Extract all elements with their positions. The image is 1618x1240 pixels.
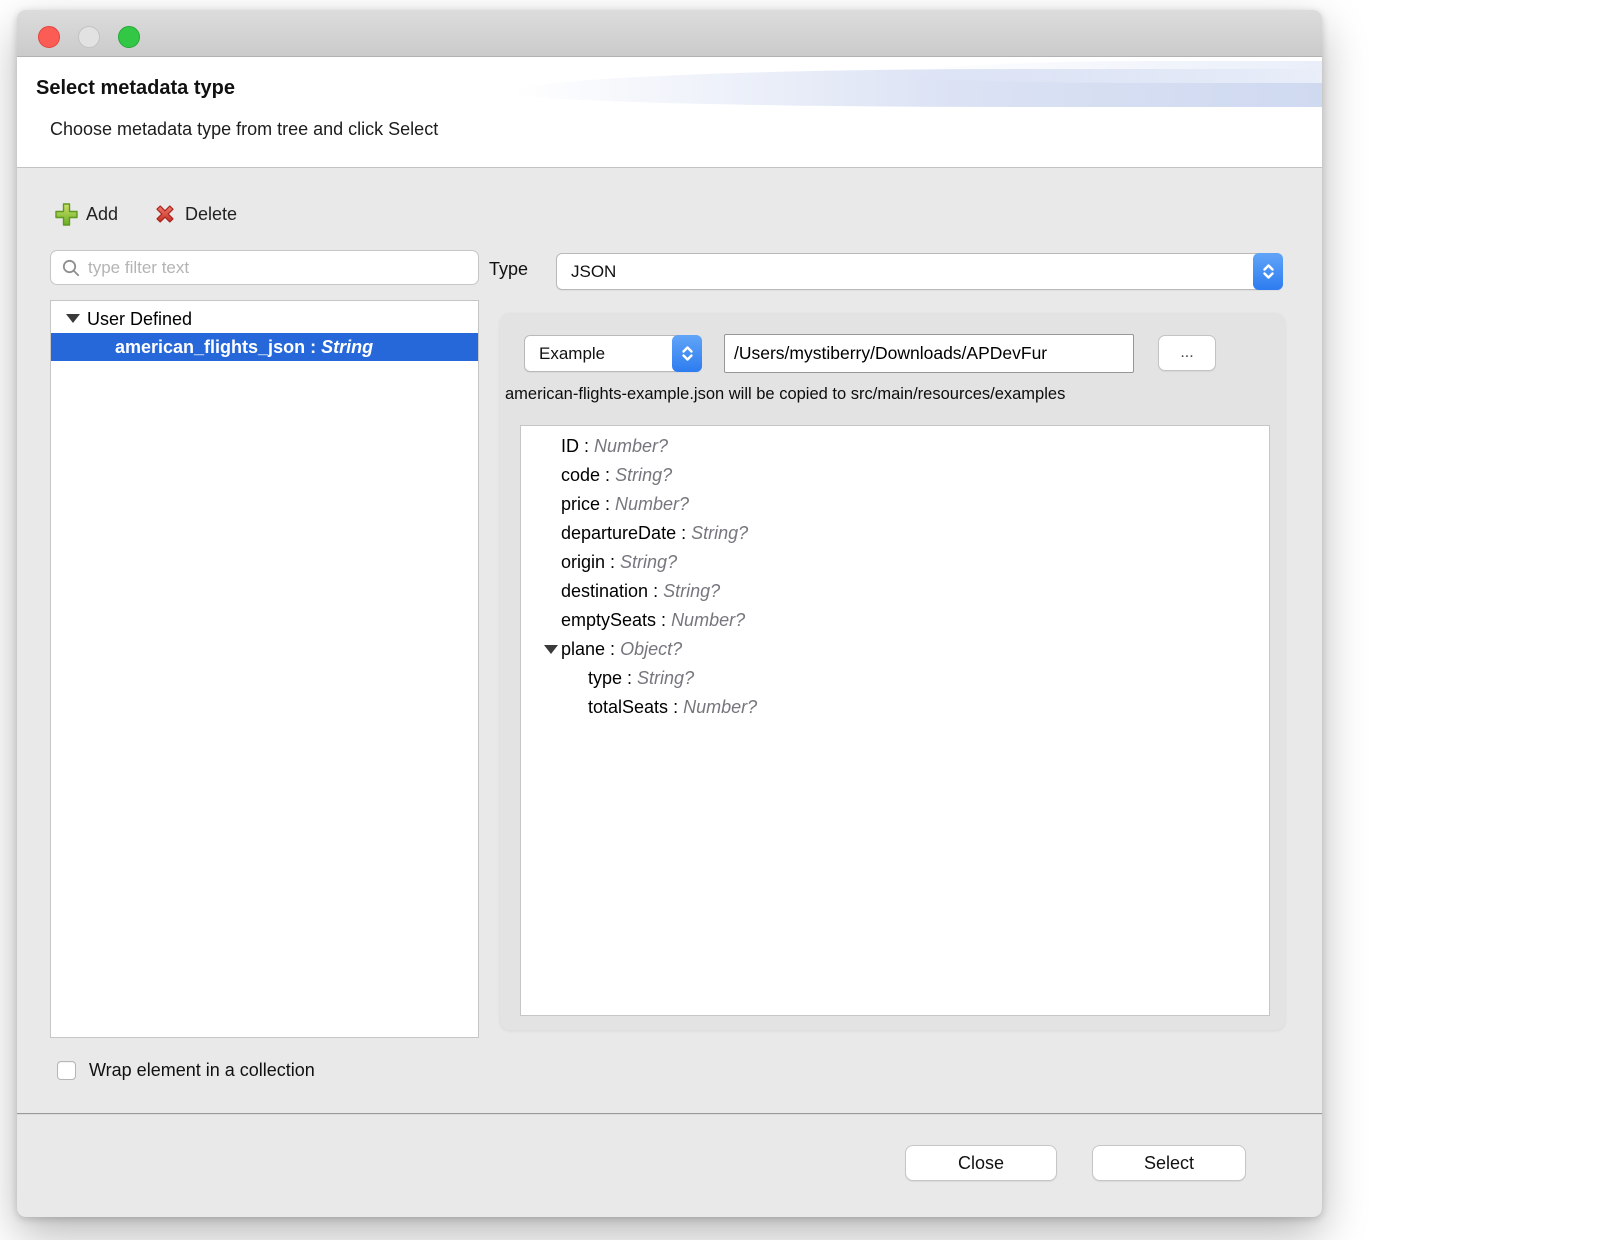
field-name: price [561, 494, 600, 515]
field-name: totalSeats [588, 697, 668, 718]
field-name: origin [561, 552, 605, 573]
zoom-window-button[interactable] [118, 26, 140, 48]
field-separator: : [600, 494, 615, 515]
delete-x-icon [151, 200, 179, 228]
schema-field-row[interactable]: origin:String? [521, 548, 1269, 577]
tree-item-separator: : [305, 337, 321, 358]
delete-button[interactable]: Delete [151, 199, 237, 229]
field-type: Number? [671, 610, 745, 631]
dropdown-stepper-icon [1253, 253, 1283, 290]
type-dropdown-value: JSON [571, 262, 616, 282]
field-separator: : [600, 465, 615, 486]
browse-button[interactable]: ... [1158, 335, 1216, 371]
dialog-title: Select metadata type [36, 77, 235, 100]
wrap-collection-label[interactable]: Wrap element in a collection [89, 1060, 315, 1081]
source-kind-value: Example [539, 344, 605, 364]
field-type: Number? [615, 494, 689, 515]
copy-destination-note: american-flights-example.json will be co… [505, 385, 1065, 404]
schema-field-row[interactable]: destination:String? [521, 577, 1269, 606]
field-type: Object? [620, 639, 682, 660]
field-type: String? [615, 465, 672, 486]
field-separator: : [676, 523, 691, 544]
field-name: code [561, 465, 600, 486]
collapse-triangle-icon[interactable] [66, 314, 80, 323]
field-separator: : [668, 697, 683, 718]
add-button-label: Add [86, 204, 118, 225]
field-separator: : [605, 639, 620, 660]
schema-field-row[interactable]: type:String? [521, 664, 1269, 693]
dropdown-stepper-icon [672, 335, 702, 372]
minimize-window-button[interactable] [78, 26, 100, 48]
collapse-triangle-icon[interactable] [544, 645, 558, 654]
schema-field-row[interactable]: totalSeats:Number? [521, 693, 1269, 722]
tree-item-type: String [321, 337, 373, 358]
field-type: String? [663, 581, 720, 602]
add-button[interactable]: Add [53, 199, 118, 229]
metadata-type-tree: User Defined american_flights_json:Strin… [50, 300, 479, 1038]
field-name: destination [561, 581, 648, 602]
field-type: String? [691, 523, 748, 544]
filter-input[interactable] [88, 258, 468, 278]
schema-field-row[interactable]: departureDate:String? [521, 519, 1269, 548]
field-name: type [588, 668, 622, 689]
type-dropdown[interactable]: JSON [556, 253, 1283, 290]
field-name: ID [561, 436, 579, 457]
field-name: departureDate [561, 523, 676, 544]
wrap-collection-option: Wrap element in a collection [57, 1060, 315, 1081]
field-separator: : [605, 552, 620, 573]
filter-field-container [50, 250, 479, 285]
delete-button-label: Delete [185, 204, 237, 225]
schema-field-row[interactable]: code:String? [521, 461, 1269, 490]
search-icon [61, 258, 81, 278]
wrap-collection-checkbox[interactable] [57, 1061, 76, 1080]
schema-field-row-plane[interactable]: plane:Object? [521, 635, 1269, 664]
schema-field-row[interactable]: emptySeats:Number? [521, 606, 1269, 635]
type-label: Type [489, 259, 528, 280]
dialog-header: Select metadata type Choose metadata typ… [17, 57, 1322, 168]
schema-preview-tree: ID:Number? code:String? price:Number? de… [520, 425, 1270, 1016]
field-name: plane [561, 639, 605, 660]
example-group-panel: Example ... american-flights-example.jso… [500, 313, 1285, 1030]
field-name: emptySeats [561, 610, 656, 631]
close-window-button[interactable] [38, 26, 60, 48]
field-type: Number? [683, 697, 757, 718]
source-kind-dropdown[interactable]: Example [524, 335, 702, 372]
footer-separator [17, 1113, 1322, 1115]
window-titlebar[interactable] [17, 10, 1322, 57]
field-separator: : [656, 610, 671, 631]
example-path-input[interactable] [724, 334, 1134, 373]
close-button[interactable]: Close [905, 1145, 1057, 1181]
field-type: Number? [594, 436, 668, 457]
plus-icon [53, 201, 80, 228]
header-swoosh-decoration [902, 61, 1322, 83]
field-separator: : [648, 581, 663, 602]
tree-item-user-defined[interactable]: User Defined [51, 305, 478, 333]
schema-field-row[interactable]: ID:Number? [521, 432, 1269, 461]
field-separator: : [579, 436, 594, 457]
dialog-subtitle: Choose metadata type from tree and click… [50, 119, 438, 140]
field-separator: : [622, 668, 637, 689]
schema-field-row[interactable]: price:Number? [521, 490, 1269, 519]
select-metadata-type-dialog: Select metadata type Choose metadata typ… [17, 10, 1322, 1217]
select-button[interactable]: Select [1092, 1145, 1246, 1181]
field-type: String? [620, 552, 677, 573]
tree-item-name: american_flights_json [115, 337, 305, 358]
tree-item-selected[interactable]: american_flights_json:String [51, 333, 478, 361]
tree-root-label: User Defined [87, 309, 192, 330]
field-type: String? [637, 668, 694, 689]
